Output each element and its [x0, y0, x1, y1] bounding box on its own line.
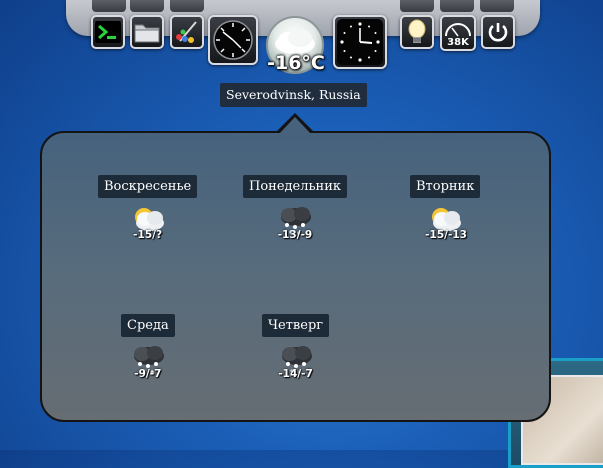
palette-icon [176, 21, 197, 43]
forecast-day[interactable]: Четверг -14/-7 [262, 314, 330, 382]
lightbulb-icon [408, 19, 426, 43]
dock-stub [130, 0, 164, 12]
network-speed-label: 38K [447, 37, 469, 48]
dock-terminal-button[interactable] [91, 15, 125, 49]
forecast-temperature: -15/-13 [425, 229, 467, 241]
dock-stub [440, 0, 474, 12]
network-meter-icon [445, 23, 471, 37]
clock-icon [337, 19, 383, 65]
dock-power-button[interactable] [481, 15, 515, 49]
forecast-day-name: Вторник [410, 175, 481, 198]
forecast-day-name: Понедельник [243, 175, 348, 198]
forecast-day-name: Воскресенье [98, 175, 198, 198]
terminal-icon [95, 21, 121, 43]
gauge-icon [213, 20, 253, 60]
dock-stub [400, 0, 434, 12]
forecast-temperature: -13/-9 [277, 229, 313, 241]
forecast-temperature: -14/-7 [278, 368, 313, 380]
snow-cloud-icon: -14/-7 [276, 342, 316, 382]
dock-stub [170, 0, 204, 12]
forecast-day[interactable]: Среда -9/-7 [121, 314, 175, 382]
dock-stub [480, 0, 514, 12]
popup-arrow-fill [279, 117, 311, 134]
location-label: Severodvinsk, Russia [220, 83, 367, 107]
dock-paint-button[interactable] [170, 15, 204, 49]
dock-stub [92, 0, 126, 12]
forecast-day[interactable]: Понедельник -13/-9 [243, 175, 348, 243]
folder-icon [134, 24, 160, 43]
forecast-day[interactable]: Вторник -15/-13 [410, 175, 481, 243]
dock-light-button[interactable] [400, 15, 434, 49]
snow-cloud-icon: -13/-9 [275, 203, 315, 243]
current-temperature: -16°C [267, 52, 325, 74]
forecast-day-name: Среда [121, 314, 175, 337]
dock-files-button[interactable] [130, 15, 164, 49]
forecast-temperature: -15/? [133, 229, 163, 241]
dock-clock-button[interactable] [333, 15, 387, 69]
cloudy-sun-icon: -15/? [128, 203, 168, 243]
forecast-day-name: Четверг [262, 314, 330, 337]
forecast-day[interactable]: Воскресенье -15/? [98, 175, 198, 243]
forecast-temperature: -9/-7 [134, 368, 162, 380]
power-icon [488, 23, 508, 42]
snow-cloud-icon: -9/-7 [128, 342, 168, 382]
dock-network-button[interactable]: 38K [440, 15, 476, 51]
dock-speed-button[interactable] [208, 15, 258, 65]
cloudy-sun-icon: -15/-13 [425, 203, 467, 243]
